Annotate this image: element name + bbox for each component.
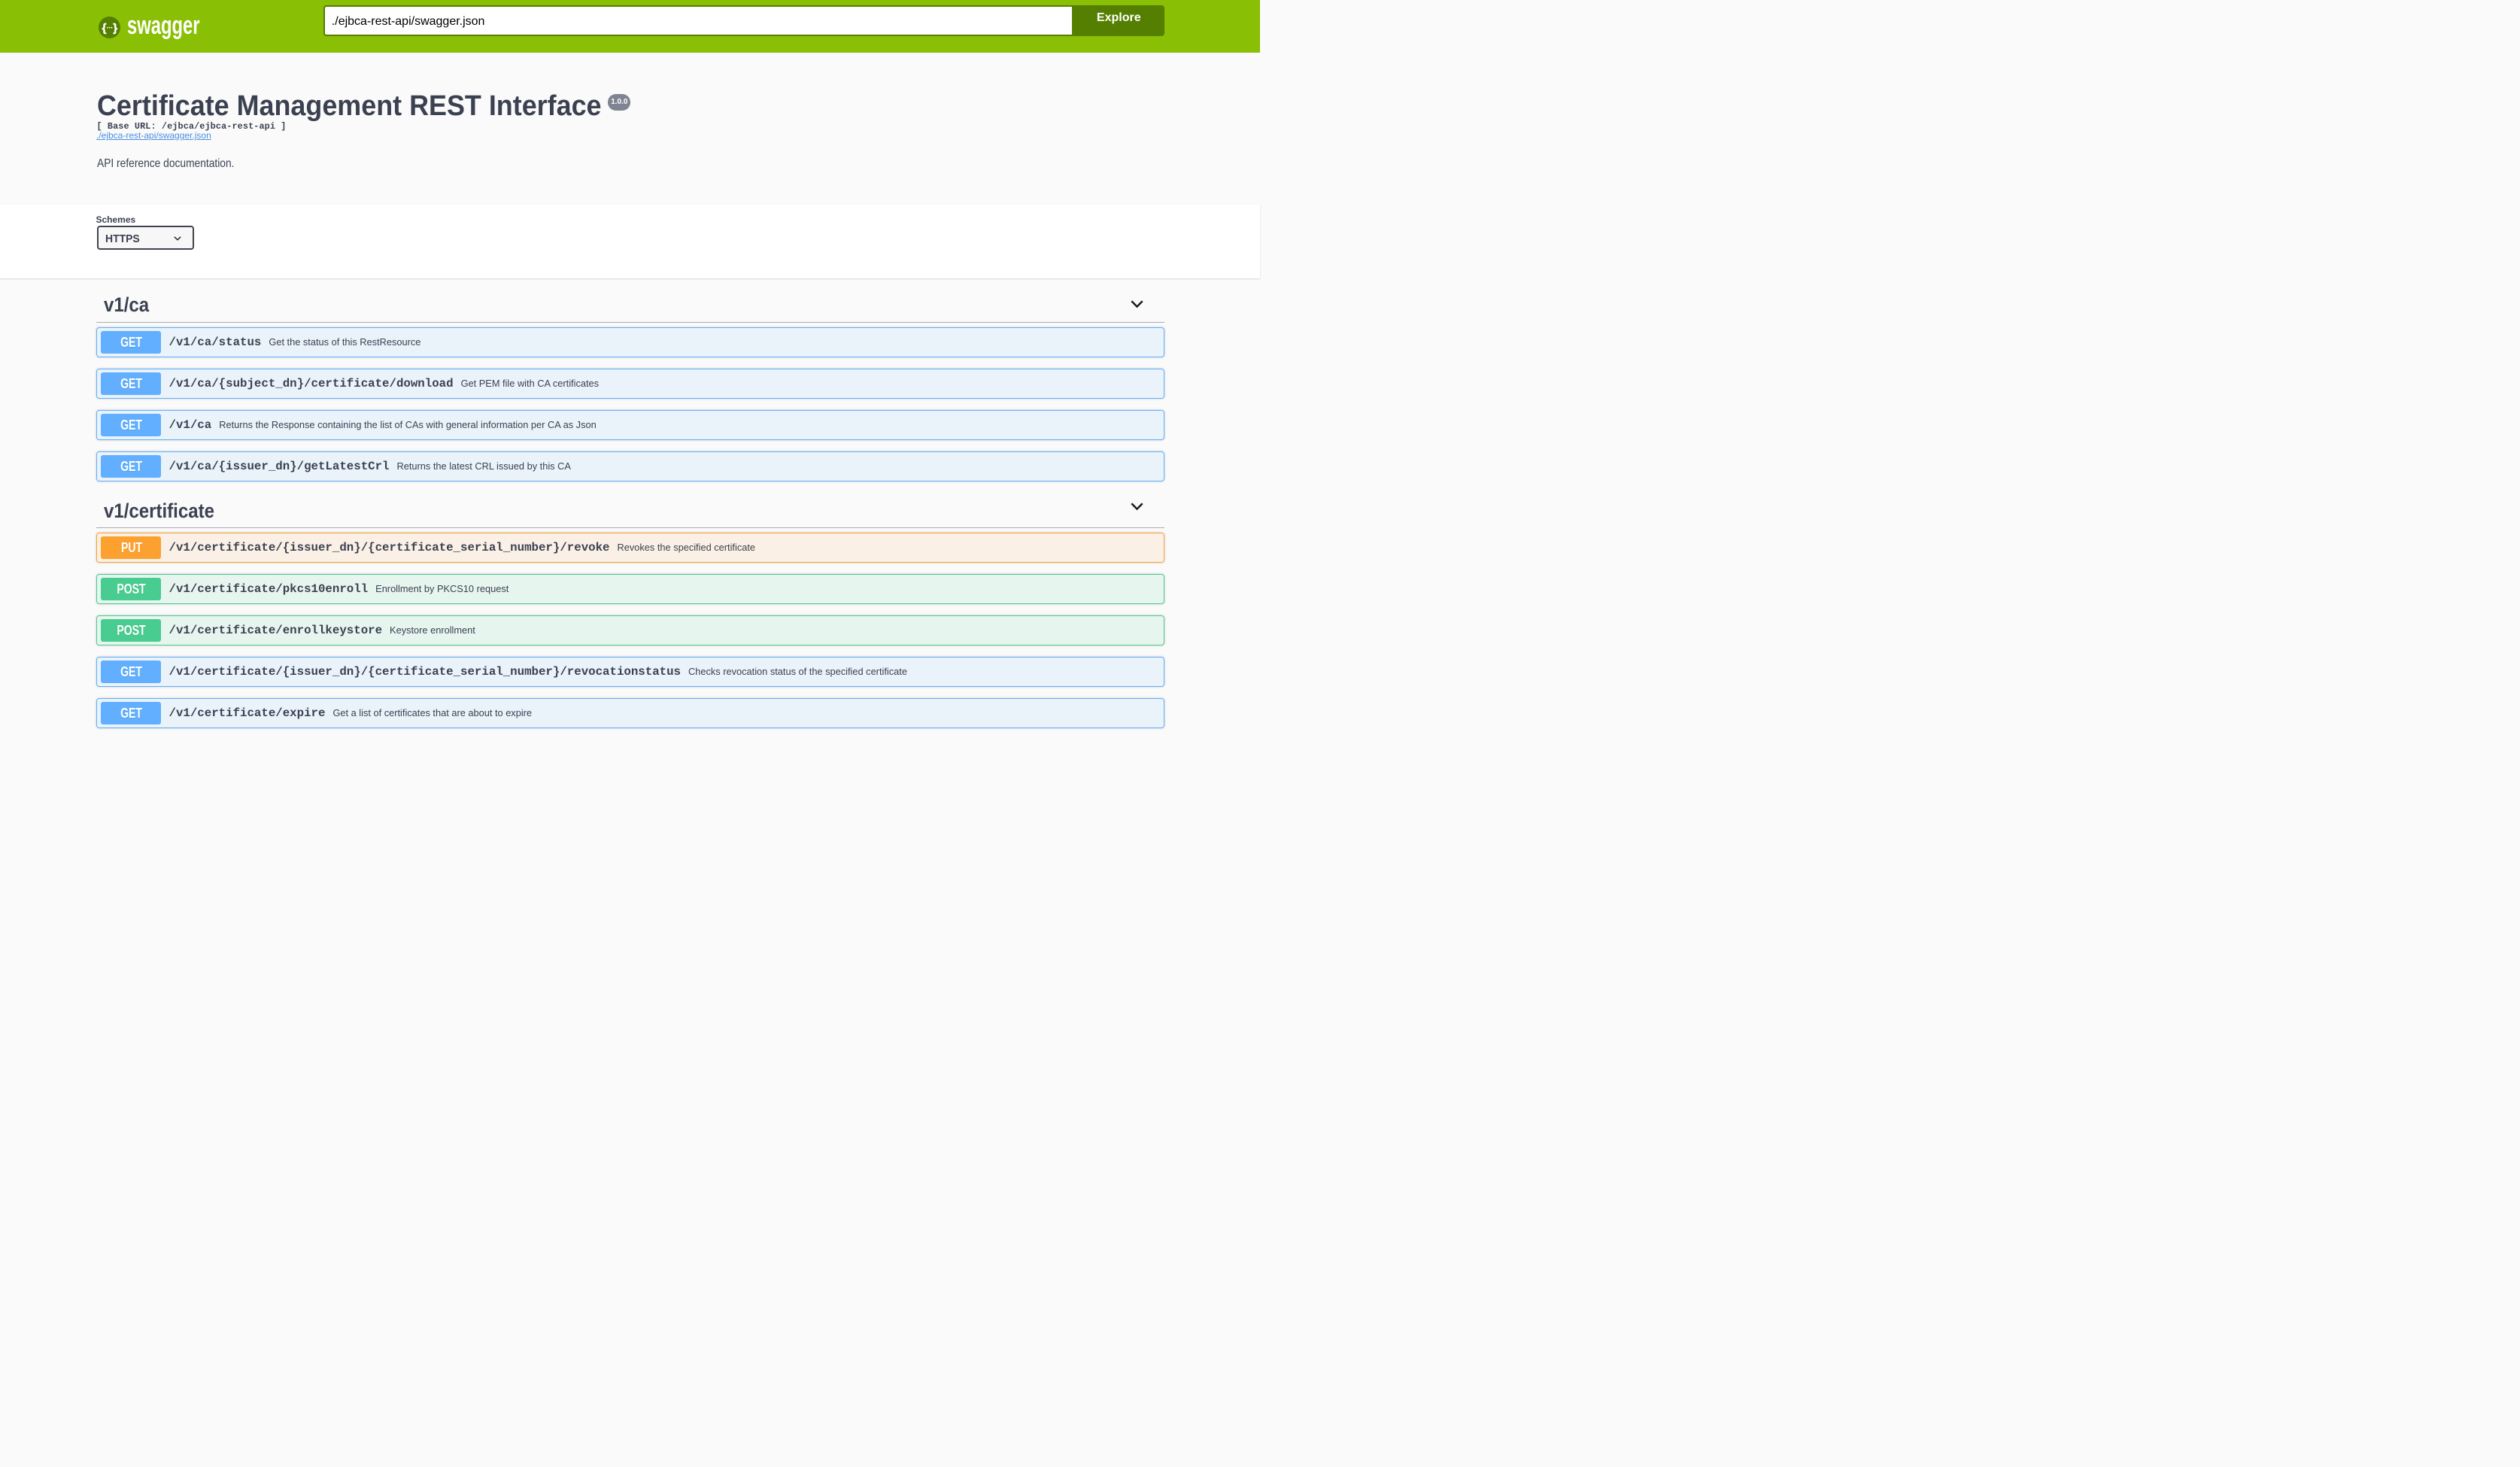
svg-text:{: { — [102, 21, 106, 34]
svg-text:}: } — [113, 21, 117, 34]
